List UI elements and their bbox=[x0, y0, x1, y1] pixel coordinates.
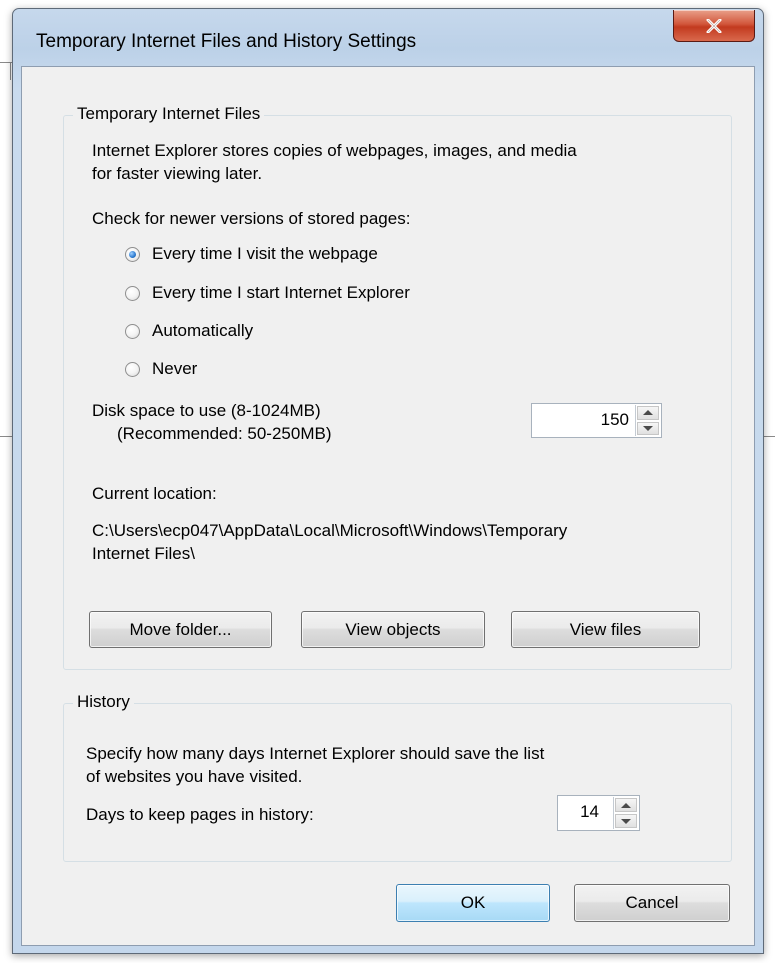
radio-never-label[interactable]: Never bbox=[152, 358, 197, 380]
temp-files-description-cont: for faster viewing later. bbox=[92, 164, 263, 183]
history-description-cont: of websites you have visited. bbox=[86, 767, 303, 786]
radio-every-visit[interactable] bbox=[125, 247, 140, 262]
temp-files-legend: Temporary Internet Files bbox=[73, 104, 265, 124]
current-location-label: Current location: bbox=[92, 484, 217, 503]
arrow-up-icon bbox=[621, 802, 631, 808]
disk-space-spin-buttons bbox=[635, 405, 660, 436]
arrow-down-icon bbox=[643, 425, 653, 431]
close-icon bbox=[706, 18, 722, 33]
days-down-button[interactable] bbox=[615, 814, 637, 828]
radio-every-visit-label[interactable]: Every time I visit the webpage bbox=[152, 243, 378, 265]
history-description: Specify how many days Internet Explorer … bbox=[86, 744, 545, 763]
days-spin-buttons bbox=[613, 797, 638, 829]
close-button[interactable] bbox=[673, 10, 755, 42]
check-newer-label: Check for newer versions of stored pages… bbox=[92, 209, 411, 228]
radio-every-start-label[interactable]: Every time I start Internet Explorer bbox=[152, 282, 410, 304]
disk-space-spinner[interactable]: 150 bbox=[531, 403, 662, 438]
current-location-path-cont: Internet Files\ bbox=[92, 544, 195, 563]
radio-automatically-label[interactable]: Automatically bbox=[152, 320, 253, 342]
settings-dialog: Temporary Internet Files and History Set… bbox=[12, 8, 764, 954]
move-folder-button[interactable]: Move folder... bbox=[89, 611, 272, 648]
dialog-title: Temporary Internet Files and History Set… bbox=[36, 31, 417, 52]
disk-space-recommended: (Recommended: 50-250MB) bbox=[117, 424, 332, 443]
radio-every-start[interactable] bbox=[125, 286, 140, 301]
background-edge-line bbox=[10, 62, 11, 80]
days-spinner[interactable]: 14 bbox=[557, 795, 640, 831]
days-value[interactable]: 14 bbox=[580, 802, 599, 822]
disk-space-value[interactable]: 150 bbox=[601, 410, 629, 430]
disk-space-label: Disk space to use (8-1024MB) bbox=[92, 401, 321, 420]
disk-space-down-button[interactable] bbox=[637, 421, 659, 435]
radio-automatically[interactable] bbox=[125, 324, 140, 339]
ok-button[interactable]: OK bbox=[396, 884, 550, 922]
history-legend: History bbox=[73, 692, 134, 712]
arrow-up-icon bbox=[643, 410, 653, 416]
arrow-down-icon bbox=[621, 818, 631, 824]
radio-never[interactable] bbox=[125, 362, 140, 377]
days-label: Days to keep pages in history: bbox=[86, 805, 314, 824]
days-up-button[interactable] bbox=[615, 798, 637, 812]
cancel-button[interactable]: Cancel bbox=[574, 884, 730, 922]
temp-files-group: Temporary Internet Files bbox=[63, 104, 732, 670]
temp-files-description: Internet Explorer stores copies of webpa… bbox=[92, 141, 577, 160]
dialog-client-area: Temporary Internet Files Internet Explor… bbox=[21, 66, 755, 946]
view-files-button[interactable]: View files bbox=[511, 611, 700, 648]
current-location-path: C:\Users\ecp047\AppData\Local\Microsoft\… bbox=[92, 521, 568, 540]
background-edge-line bbox=[0, 436, 12, 437]
view-objects-button[interactable]: View objects bbox=[301, 611, 485, 648]
disk-space-up-button[interactable] bbox=[637, 406, 659, 420]
background-edge-line bbox=[764, 436, 775, 437]
